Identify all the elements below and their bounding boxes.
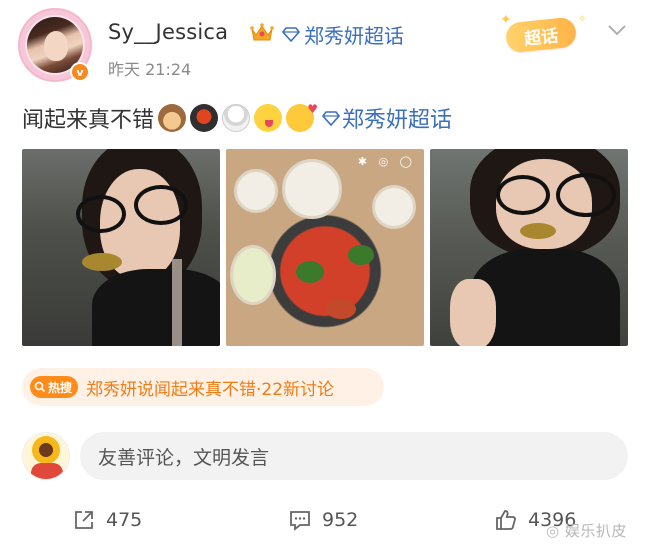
post-photo-1[interactable] <box>22 149 220 346</box>
photo-plate <box>282 159 342 219</box>
commenter-avatar[interactable] <box>22 432 70 480</box>
photo-overlay-icons: ✱ ◎ ◯ <box>357 155 416 168</box>
hot-search-tag-label: 热搜 <box>48 380 73 395</box>
weibo-logo-icon: ◎ <box>546 522 565 540</box>
photo-plate <box>230 245 276 305</box>
hot-search-text: 郑秀妍说闻起来真不错·22新讨论 <box>86 379 335 400</box>
hot-search-link[interactable]: 热搜 郑秀妍说闻起来真不错·22新讨论 <box>22 368 384 406</box>
photo-strap <box>172 259 182 346</box>
love-face-icon <box>286 102 318 132</box>
post-body: 闻起来真不错 郑秀妍超话 <box>22 102 452 134</box>
photo-food <box>82 253 122 271</box>
photo-food <box>348 245 374 265</box>
rice-bowl-icon <box>222 104 251 132</box>
watermark-text: 娱乐扒皮 <box>564 522 627 540</box>
photo-glasses <box>76 195 126 233</box>
photo-body <box>92 269 220 346</box>
verified-badge-icon: v <box>70 62 90 82</box>
yum-face-icon <box>254 104 283 132</box>
sunflower-icon <box>32 436 60 464</box>
photo-plate <box>234 169 278 213</box>
monkey-icon <box>158 104 187 132</box>
photo-glasses <box>134 185 188 225</box>
photo-glasses <box>556 173 616 217</box>
comment-icon <box>290 511 310 531</box>
comment-input[interactable]: 友善评论，文明发言 <box>80 432 628 480</box>
photo-food <box>296 261 324 283</box>
avatar-face <box>44 31 68 61</box>
post-photo-3[interactable] <box>430 149 628 346</box>
photo-food <box>326 299 356 319</box>
avatar-shirt <box>31 463 63 479</box>
chevron-down-icon[interactable] <box>606 22 628 38</box>
supertopic-badge[interactable]: ✦ 超话 ✧ <box>498 12 592 56</box>
supertopic-link[interactable]: 郑秀妍超话 <box>304 20 404 49</box>
repost-icon <box>75 511 93 529</box>
sparkle-icon: ✧ <box>578 14 587 25</box>
repost-button[interactable]: 475 <box>72 508 142 532</box>
username[interactable]: Sy__Jessica <box>108 20 228 44</box>
post-timestamp: 昨天 21:24 <box>108 60 192 79</box>
diamond-icon <box>322 111 341 126</box>
photo-glasses <box>496 175 550 215</box>
thumbs-up-icon <box>496 510 516 530</box>
hotpot-icon <box>190 104 219 132</box>
post-supertopic-link[interactable]: 郑秀妍超话 <box>342 102 452 134</box>
comment-button[interactable]: 952 <box>288 508 358 532</box>
supertopic-badge-label: 超话 <box>504 16 578 54</box>
comment-count: 952 <box>322 509 359 531</box>
post-photo-2[interactable]: ✱ ◎ ◯ <box>226 149 424 346</box>
diamond-icon <box>282 27 300 42</box>
repost-count: 475 <box>106 509 143 531</box>
photo-food <box>520 223 556 239</box>
photo-plate <box>372 185 416 229</box>
post-text: 闻起来真不错 <box>22 108 155 133</box>
watermark: ◎ 娱乐扒皮 <box>546 520 627 541</box>
photo-hand <box>450 279 496 346</box>
crown-icon <box>250 23 274 41</box>
search-icon <box>34 381 46 393</box>
hot-search-tag: 热搜 <box>30 376 79 398</box>
